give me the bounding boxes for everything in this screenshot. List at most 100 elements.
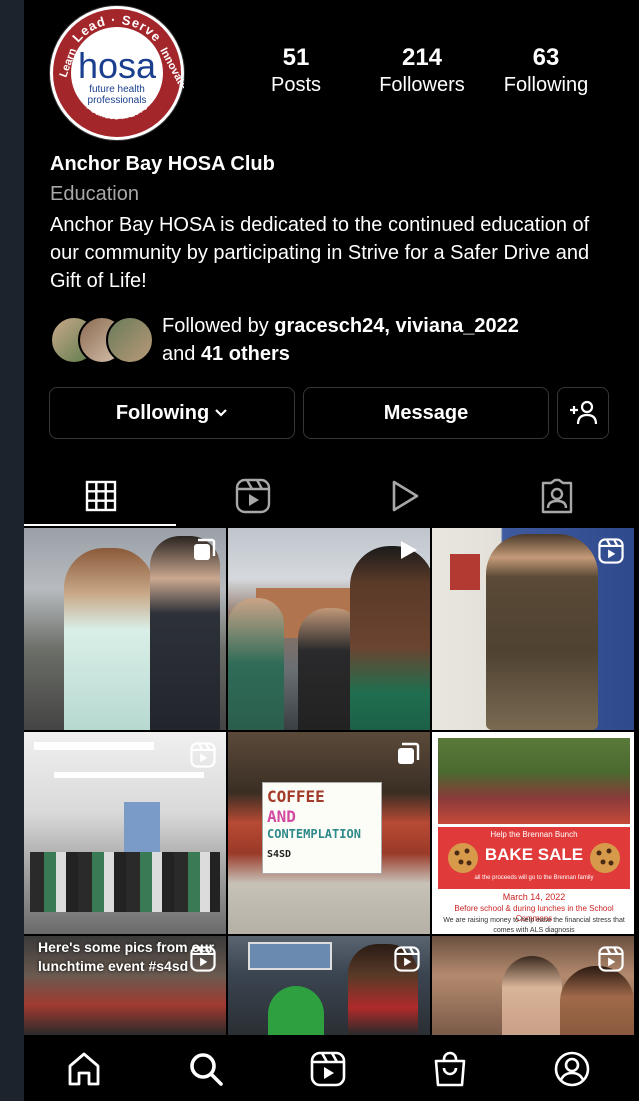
- followed-by-user1[interactable]: gracesch24: [274, 315, 384, 337]
- reel-icon: [394, 946, 420, 972]
- reels-icon: [235, 478, 271, 514]
- profile-tabs: [24, 468, 639, 526]
- photo-person: [64, 548, 154, 730]
- tab-posts-grid[interactable]: [24, 468, 178, 524]
- following-button-label: Following: [115, 401, 210, 424]
- profile-category: Education: [50, 183, 139, 205]
- home-icon: [68, 1052, 100, 1086]
- photo-group: [30, 852, 220, 912]
- sign-line1: COFFEE: [267, 787, 325, 806]
- photo-person: [228, 598, 284, 730]
- profile-icon: [554, 1051, 590, 1087]
- bake-date: March 14, 2022: [502, 892, 566, 902]
- reels-icon: [310, 1051, 346, 1087]
- post-badge: [190, 946, 216, 977]
- post-thumbnail[interactable]: [432, 528, 634, 730]
- post-thumbnail[interactable]: COFFEE AND CONTEMPLATION S4SD: [228, 732, 430, 934]
- suggest-people-button[interactable]: [557, 387, 609, 439]
- instagram-profile-screen: Lead · Serve Learn Innovate hosa future …: [24, 0, 639, 1101]
- nav-profile[interactable]: [552, 1049, 592, 1089]
- carousel-icon: [398, 742, 420, 764]
- photo-light: [34, 742, 154, 750]
- followed-by-prefix: Followed by: [162, 315, 275, 337]
- following-button[interactable]: Following: [49, 387, 295, 439]
- photo-window: [124, 802, 160, 852]
- post-thumbnail[interactable]: Here's some pics from our lunchtime even…: [24, 936, 226, 1035]
- shop-icon: [434, 1051, 466, 1087]
- post-badge: [394, 946, 420, 977]
- bake-banner-sub: all the proceeds will go to the Brennan …: [474, 875, 594, 881]
- stat-following-value: 63: [532, 44, 560, 71]
- photo-person: [350, 546, 430, 730]
- followed-by-others[interactable]: 41 others: [201, 343, 290, 365]
- avatar-tagline2: professionals: [88, 95, 147, 106]
- stat-posts-label: Posts: [270, 74, 322, 96]
- stat-followers-label: Followers: [379, 74, 465, 96]
- message-button[interactable]: Message: [303, 387, 549, 439]
- stat-posts[interactable]: 51 Posts: [256, 44, 336, 98]
- photo-light: [54, 772, 204, 778]
- posts-grid: COFFEE AND CONTEMPLATION S4SD Help the B…: [24, 528, 639, 1035]
- avatar-wordmark: hosa: [78, 45, 157, 86]
- post-thumbnail[interactable]: [432, 936, 634, 1035]
- bottom-navigation: [24, 1035, 639, 1101]
- coffee-sign: COFFEE AND CONTEMPLATION S4SD: [262, 782, 382, 874]
- stat-followers-value: 214: [401, 44, 443, 71]
- post-thumbnail[interactable]: Help the Brennan Bunch BAKE SALE all the…: [432, 732, 634, 934]
- search-icon: [190, 1053, 223, 1086]
- post-thumbnail[interactable]: [24, 732, 226, 934]
- tab-tagged[interactable]: [480, 468, 634, 524]
- avatar-tagline1: future health: [89, 84, 145, 95]
- stat-following[interactable]: 63 Following: [496, 44, 596, 98]
- follower-avatar: [106, 316, 154, 364]
- followed-by-text: Followed by gracesch24, viviana_2022 and…: [162, 312, 622, 368]
- nav-reels[interactable]: [308, 1049, 348, 1089]
- tab-reels[interactable]: [176, 468, 330, 524]
- sign-tag: S4SD: [267, 849, 292, 860]
- followed-by-and: and: [162, 343, 201, 365]
- nav-home[interactable]: [64, 1049, 104, 1089]
- photo-family: [438, 738, 630, 824]
- sign-line2: AND: [267, 807, 296, 826]
- active-tab-indicator: [24, 524, 176, 526]
- profile-bio: Anchor Bay HOSA is dedicated to the cont…: [50, 214, 590, 292]
- photo-sign: [248, 942, 332, 970]
- profile-name: Anchor Bay HOSA Club: [50, 153, 275, 175]
- follower-avatars: [50, 316, 154, 364]
- profile-avatar[interactable]: Lead · Serve Learn Innovate hosa future …: [49, 5, 185, 141]
- post-badge: [192, 538, 216, 567]
- followed-by-user2[interactable]: viviana_2022: [395, 315, 518, 337]
- carousel-icon: [194, 538, 216, 560]
- post-thumbnail[interactable]: [228, 528, 430, 730]
- bake-sale-banner: Help the Brennan Bunch BAKE SALE all the…: [438, 827, 630, 889]
- grid-icon: [85, 480, 117, 512]
- bake-banner-top: Help the Brennan Bunch: [490, 830, 578, 839]
- chevron-down-icon: [215, 409, 227, 417]
- post-badge: [190, 742, 216, 773]
- nav-shop[interactable]: [430, 1049, 470, 1089]
- post-badge: [598, 946, 624, 977]
- sign-line3: CONTEMPLATION: [267, 827, 361, 841]
- photo-officer: [486, 534, 598, 730]
- stat-followers[interactable]: 214 Followers: [368, 44, 476, 98]
- post-badge: [598, 538, 624, 569]
- reel-icon: [190, 946, 216, 972]
- followed-by-separator: ,: [384, 315, 396, 337]
- video-icon: [392, 480, 419, 512]
- bake-sale-title: BAKE SALE: [484, 845, 584, 864]
- message-button-label: Message: [383, 401, 469, 424]
- post-badge: [396, 538, 420, 567]
- photo-mascot: [268, 986, 324, 1035]
- play-icon: [401, 541, 417, 559]
- nav-search[interactable]: [186, 1049, 226, 1089]
- stat-following-label: Following: [503, 74, 589, 96]
- post-thumbnail[interactable]: [24, 528, 226, 730]
- bake-note: We are raising money to help ease the fi…: [443, 917, 625, 934]
- add-person-icon: [570, 400, 598, 425]
- window-frame: [0, 0, 24, 1101]
- tab-videos[interactable]: [328, 468, 482, 524]
- reel-icon: [598, 946, 624, 972]
- post-thumbnail[interactable]: [228, 936, 430, 1035]
- reel-icon: [190, 742, 216, 768]
- stat-posts-value: 51: [282, 44, 310, 71]
